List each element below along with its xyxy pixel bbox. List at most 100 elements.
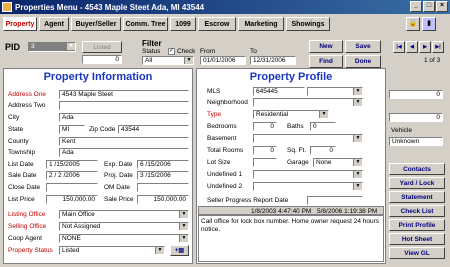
garage-select[interactable]: None — [313, 158, 363, 167]
township-field[interactable]: Ada — [59, 148, 189, 157]
filter-from-date[interactable]: 01/01/2006 — [200, 56, 246, 65]
note-header: 1/8/2003 4:47:40 PM 5/8/2006 1:19:38 PM — [198, 206, 384, 215]
filter-check-label: Check — [177, 48, 196, 55]
coop-agent-select[interactable]: NONE — [59, 234, 189, 243]
new-button[interactable]: New — [309, 40, 343, 53]
listing-office-select[interactable]: Main Office — [59, 210, 189, 219]
check-checkbox[interactable]: ✓ — [168, 48, 175, 55]
undefined1-select[interactable] — [253, 170, 363, 179]
om-date-field[interactable] — [137, 183, 189, 192]
add-status-icon[interactable]: +▤ — [170, 245, 189, 256]
window-title: Properties Menu - 4543 Maple Steet Ada, … — [15, 2, 205, 12]
tab-buyer-seller[interactable]: Buyer/Seller — [71, 17, 121, 31]
right-value-2[interactable]: 0 — [389, 113, 443, 122]
list-date-field[interactable]: 1 /15/2005 — [46, 160, 98, 169]
trash-icon[interactable]: ▮ — [422, 17, 436, 31]
title-bar: Properties Menu - 4543 Maple Steet Ada, … — [0, 0, 450, 14]
list-price-field[interactable]: 150,000.00 — [46, 195, 98, 204]
filter-status-select[interactable]: All — [142, 56, 194, 65]
first-record-button[interactable]: |◀ — [393, 41, 405, 53]
selling-office-select[interactable]: Not Assigned — [59, 222, 189, 231]
zip-label: Zip Code — [89, 126, 116, 133]
close-date-label: Close Date — [8, 184, 41, 191]
bedrooms-field[interactable]: 0 — [253, 122, 277, 131]
address2-field[interactable] — [59, 101, 189, 110]
done-button[interactable]: Done — [345, 55, 381, 68]
zip-field[interactable]: 43544 — [118, 125, 189, 134]
tab-showings[interactable]: Showings — [286, 17, 330, 31]
check-list-button[interactable]: Check List — [389, 205, 445, 217]
save-button[interactable]: Save — [345, 40, 381, 53]
record-counter: 1 of 3 — [424, 57, 441, 64]
sqft-label: Sq. Ft. — [287, 147, 307, 154]
filter-to-date[interactable]: 12/31/2006 — [250, 56, 296, 65]
close-button[interactable]: × — [436, 1, 448, 12]
baths-field[interactable]: 0 — [310, 122, 336, 131]
next-record-button[interactable]: ▶ — [419, 41, 431, 53]
filter-to-label: To — [250, 48, 257, 55]
seller-report-field[interactable] — [307, 196, 363, 205]
type-label: Type — [207, 111, 222, 118]
right-value-1[interactable]: 0 — [389, 90, 443, 99]
print-profile-button[interactable]: Print Profile — [389, 219, 445, 231]
yard-lock-button[interactable]: Yard / Lock — [389, 177, 445, 189]
total-rooms-label: Total Rooms — [207, 147, 244, 154]
property-status-select[interactable]: Listed — [59, 246, 165, 255]
list-date-label: List Date — [8, 161, 34, 168]
sqft-field[interactable]: 0 — [310, 146, 336, 155]
tab-1099[interactable]: 1099 — [170, 17, 196, 31]
sale-price-label: Sale Price — [104, 196, 134, 203]
last-record-button[interactable]: ▶| — [432, 41, 444, 53]
vehicle-field[interactable]: Unknown — [389, 137, 443, 146]
county-field[interactable]: Kent — [59, 137, 189, 146]
sale-date-field[interactable]: 2 / 2 /2006 — [46, 171, 98, 180]
type-select[interactable]: Residential — [253, 110, 329, 119]
prev-record-button[interactable]: ◀ — [406, 41, 418, 53]
address1-field[interactable]: 4543 Maple Steet — [59, 90, 189, 99]
property-profile-title: Property Profile — [249, 71, 333, 83]
garage-label: Garage — [287, 159, 309, 166]
tab-comm-tree[interactable]: Comm. Tree — [123, 17, 168, 31]
proj-date-field[interactable]: 3 /15/2006 — [137, 171, 189, 180]
selling-office-label: Selling Office — [8, 223, 47, 230]
mls-select[interactable] — [307, 87, 363, 96]
find-button[interactable]: Find — [309, 55, 343, 68]
minimize-button[interactable]: _ — [410, 1, 422, 12]
lot-size-field[interactable] — [253, 158, 277, 167]
tab-escrow[interactable]: Escrow — [198, 17, 236, 31]
statement-button[interactable]: Statement — [389, 191, 445, 203]
sale-price-field[interactable]: 150,000.00 — [137, 195, 189, 204]
state-field[interactable]: MI — [59, 125, 85, 134]
tab-agent[interactable]: Agent — [39, 17, 69, 31]
basement-select[interactable] — [253, 134, 363, 143]
neighborhood-select[interactable] — [253, 98, 363, 107]
note-textarea[interactable]: Call office for lock box number. Home ow… — [198, 215, 384, 262]
app-icon — [2, 2, 12, 12]
property-info-title: Property Information — [43, 71, 153, 83]
address1-label: Address One — [8, 91, 46, 98]
view-gl-button[interactable]: View GL — [389, 247, 445, 259]
mls-field[interactable]: 645445 — [253, 87, 305, 96]
city-field[interactable]: Ada — [59, 113, 189, 122]
undefined2-label: Undefined 2 — [207, 183, 243, 190]
bedrooms-label: Bedrooms — [207, 123, 237, 130]
state-label: State — [8, 126, 24, 133]
contacts-button[interactable]: Contacts — [389, 163, 445, 175]
close-date-field[interactable] — [46, 183, 98, 192]
total-rooms-field[interactable]: 0 — [253, 146, 277, 155]
undefined2-select[interactable] — [253, 182, 363, 191]
tab-property[interactable]: Property — [3, 17, 37, 31]
undefined1-label: Undefined 1 — [207, 171, 243, 178]
exp-date-field[interactable]: 6 /15/2006 — [137, 160, 189, 169]
mls-label: MLS — [207, 88, 221, 95]
tab-marketing[interactable]: Marketing — [238, 17, 284, 31]
vehicle-label: Vehicle — [391, 127, 412, 134]
note-start-time: 1/8/2003 4:47:40 PM — [251, 208, 312, 215]
lock-icon[interactable]: 🔒 — [406, 17, 420, 31]
listed-button[interactable]: Listed — [82, 41, 122, 53]
seller-report-label: Seller Progress Report Date — [207, 197, 289, 204]
hot-sheet-button[interactable]: Hot Sheet — [389, 233, 445, 245]
pid-select[interactable]: 3 — [28, 42, 76, 52]
maximize-button[interactable]: □ — [423, 1, 435, 12]
county-label: County — [8, 138, 29, 145]
